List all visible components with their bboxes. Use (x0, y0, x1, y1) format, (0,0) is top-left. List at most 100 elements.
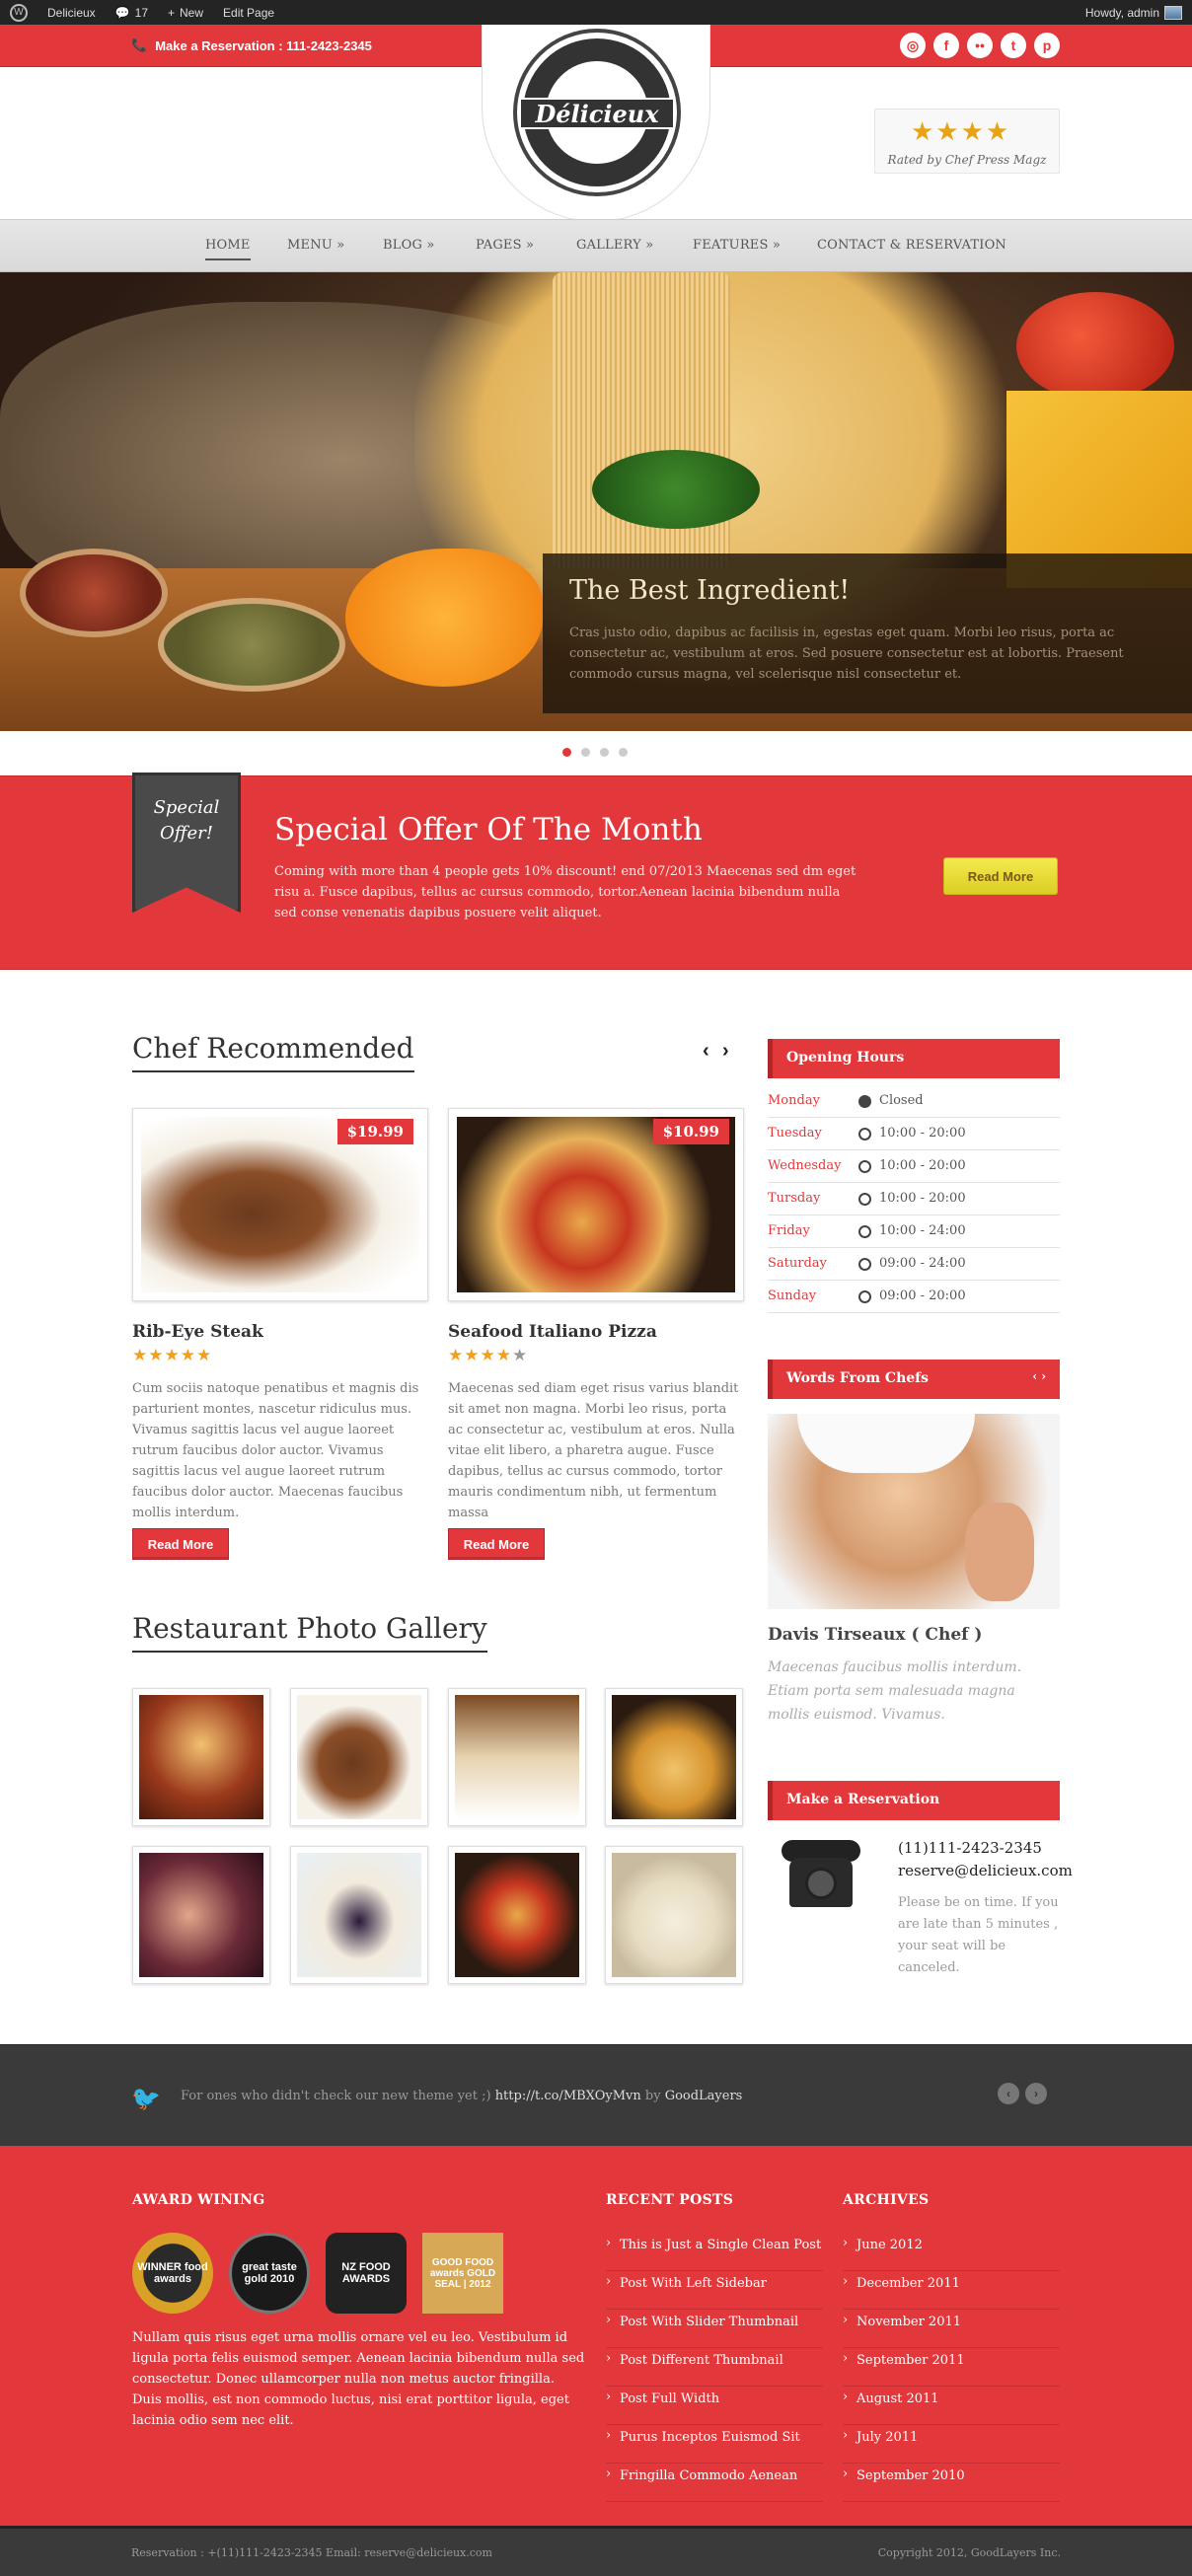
price-badge: $10.99 (652, 1119, 729, 1144)
nav-menu[interactable]: MENU » (287, 238, 344, 253)
dish-image-pizza[interactable]: $10.99 (448, 1108, 744, 1301)
hours-row: Sunday 09:00 - 20:00 (768, 1281, 1060, 1313)
special-offer-badge: Special Offer! (132, 773, 241, 913)
read-more-button[interactable]: Read More (132, 1528, 229, 1560)
chef-photo (768, 1414, 1060, 1609)
chevron-right-icon[interactable]: › (1025, 2083, 1047, 2104)
nav-contact-reservation[interactable]: CONTACT & RESERVATION (817, 238, 1006, 253)
site-logo[interactable]: Délicieux (517, 33, 677, 192)
chevron-left-icon[interactable]: ‹ (703, 1040, 709, 1063)
slider-dot[interactable] (600, 748, 609, 757)
chef-name: Davis Tirseaux ( Chef ) (768, 1625, 983, 1645)
chevron-nav-icon[interactable]: ‹ › (1032, 1369, 1046, 1383)
hours-row: Saturday 09:00 - 24:00 (768, 1248, 1060, 1281)
offer-title: Special Offer Of The Month (274, 812, 703, 847)
hero-slider[interactable]: The Best Ingredient! Cras justo odio, da… (0, 272, 1192, 731)
new-content-link[interactable]: + New (158, 0, 213, 25)
comment-icon: 💬 (114, 5, 130, 20)
telephone-icon (772, 1840, 870, 1913)
recent-post-link[interactable]: Fringilla Commodo Aenean (606, 2464, 823, 2502)
recent-posts-list: This is Just a Single Clean Post Post Wi… (606, 2233, 823, 2502)
nav-gallery[interactable]: GALLERY » (576, 238, 653, 253)
site-name-link[interactable]: Delicieux (37, 0, 106, 25)
archives-list: June 2012 December 2011 November 2011 Se… (843, 2233, 1060, 2502)
archive-link[interactable]: June 2012 (843, 2233, 1060, 2271)
offer-read-more-button[interactable]: Read More (943, 857, 1058, 895)
slide-caption: The Best Ingredient! Cras justo odio, da… (543, 553, 1192, 713)
rating-label: Rated by Chef Press Magz (887, 153, 1047, 167)
chef-recommended-title: Chef Recommended (132, 1032, 414, 1072)
archive-link[interactable]: September 2011 (843, 2348, 1060, 2387)
clock-icon (858, 1290, 871, 1303)
recent-post-link[interactable]: Post Full Width (606, 2387, 823, 2425)
recent-post-link[interactable]: This is Just a Single Clean Post (606, 2233, 823, 2271)
twitter-icon[interactable]: t (1001, 33, 1026, 58)
tweet-text: For ones who didn't check our new theme … (181, 2089, 743, 2103)
comments-link[interactable]: 💬 17 (106, 0, 158, 25)
gallery-thumb[interactable] (132, 1846, 270, 1984)
reservation-email[interactable]: reserve@delicieux.com (898, 1862, 1073, 1879)
herb-spoon-image (158, 598, 345, 692)
slide-text: Cras justo odio, dapibus ac facilisis in… (569, 626, 1124, 682)
nav-pages[interactable]: PAGES » (476, 238, 534, 253)
rating-badge: ★★★★ Rated by Chef Press Magz (874, 109, 1060, 174)
account-menu[interactable]: Howdy, admin (1076, 0, 1192, 25)
chevron-right-icon[interactable]: › (722, 1040, 729, 1063)
archive-link[interactable]: November 2011 (843, 2310, 1060, 2348)
gallery-thumb[interactable] (448, 1688, 586, 1826)
slider-dot[interactable] (581, 748, 590, 757)
slider-dot[interactable] (619, 748, 628, 757)
facebook-icon[interactable]: f (933, 33, 959, 58)
slide-title: The Best Ingredient! (569, 575, 851, 606)
opening-hours-header: Opening Hours (768, 1039, 1060, 1078)
clock-icon (858, 1258, 871, 1271)
gallery-thumb[interactable] (290, 1688, 428, 1826)
tweet-link[interactable]: http://t.co/MBXOyMvn (495, 2089, 641, 2103)
price-badge: $19.99 (336, 1119, 413, 1144)
footer-contact: Reservation : +(11)111-2423-2345 Email: … (131, 2546, 492, 2559)
recent-post-link[interactable]: Post Different Thumbnail (606, 2348, 823, 2387)
dribbble-icon[interactable]: ◎ (900, 33, 926, 58)
dish-title[interactable]: Rib-Eye Steak (132, 1322, 263, 1342)
awards-text: Nullam quis risus eget urna mollis ornar… (132, 2330, 585, 2428)
recent-post-link[interactable]: Post With Left Sidebar (606, 2271, 823, 2310)
dish-title[interactable]: Seafood Italiano Pizza (448, 1322, 657, 1342)
flickr-icon[interactable]: •• (967, 33, 993, 58)
footer: AWARD WINING WINNER food awards great ta… (0, 2146, 1192, 2526)
gallery-thumb[interactable] (605, 1688, 743, 1826)
recent-post-link[interactable]: Purus Inceptos Euismod Sit (606, 2425, 823, 2464)
archive-link[interactable]: September 2010 (843, 2464, 1060, 2502)
clock-icon (858, 1160, 871, 1173)
recent-post-link[interactable]: Post With Slider Thumbnail (606, 2310, 823, 2348)
star-rating-icon: ★★★★★ (448, 1346, 529, 1365)
offer-text: Coming with more than 4 people gets 10% … (274, 864, 857, 920)
main-navigation: HOME MENU » BLOG » PAGES » GALLERY » FEA… (0, 219, 1192, 272)
nav-blog[interactable]: BLOG » (383, 238, 435, 253)
copyright-text: Copyright 2012, GoodLayers Inc. (877, 2546, 1061, 2559)
tweet-author[interactable]: GoodLayers (665, 2089, 743, 2103)
nav-features[interactable]: FEATURES » (693, 238, 781, 253)
archive-link[interactable]: July 2011 (843, 2425, 1060, 2464)
pinterest-icon[interactable]: p (1034, 33, 1060, 58)
star-icons: ★★★★ (911, 117, 1011, 147)
gallery-thumb[interactable] (132, 1688, 270, 1826)
hours-row: Wednesday 10:00 - 20:00 (768, 1150, 1060, 1183)
logo-name: Délicieux (519, 98, 675, 129)
archive-link[interactable]: December 2011 (843, 2271, 1060, 2310)
edit-page-link[interactable]: Edit Page (213, 0, 284, 25)
archive-link[interactable]: August 2011 (843, 2387, 1060, 2425)
gallery-thumb[interactable] (290, 1846, 428, 1984)
slider-dot[interactable] (562, 748, 571, 757)
nav-home[interactable]: HOME (205, 238, 251, 260)
read-more-button[interactable]: Read More (448, 1528, 545, 1560)
wordpress-icon: W (10, 3, 28, 22)
archives-heading: ARCHIVES (843, 2192, 930, 2208)
chevron-left-icon[interactable]: ‹ (998, 2083, 1019, 2104)
dish-image-steak[interactable]: $19.99 (132, 1108, 428, 1301)
star-rating-icon: ★★★★★ (132, 1346, 213, 1365)
wordpress-logo-button[interactable]: W (0, 0, 37, 25)
gallery-thumb[interactable] (448, 1846, 586, 1984)
award-badge: NZ FOOD AWARDS (326, 2233, 407, 2314)
recent-posts-heading: RECENT POSTS (606, 2192, 734, 2208)
gallery-thumb[interactable] (605, 1846, 743, 1984)
